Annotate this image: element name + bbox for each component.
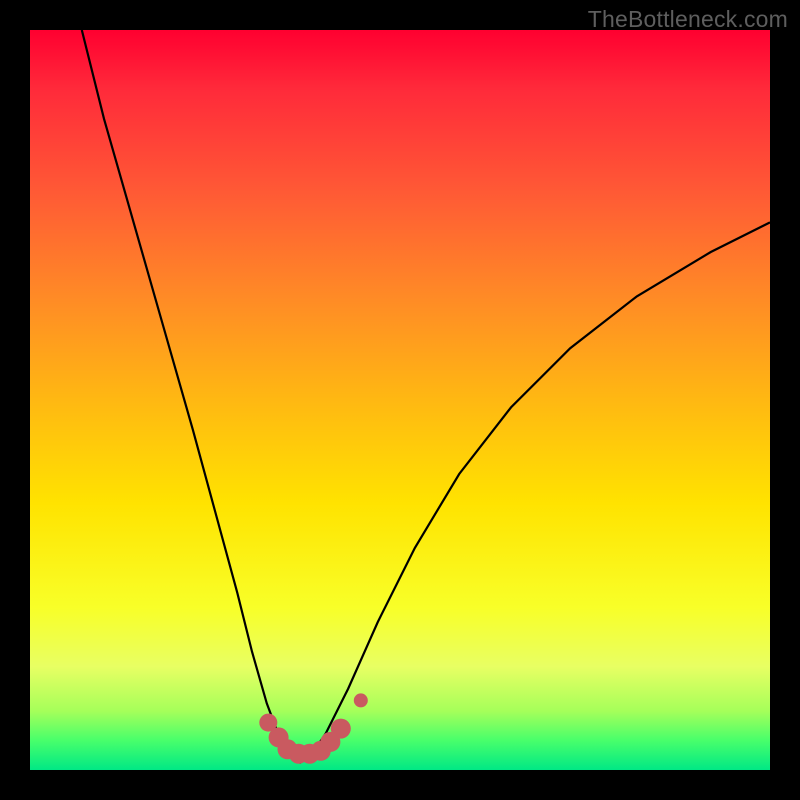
trough-marker [311,741,331,761]
trough-marker [300,744,320,764]
plot-area [30,30,770,770]
marker-group [259,693,368,763]
trough-marker [354,693,368,707]
trough-marker [331,719,351,739]
trough-marker [289,744,309,764]
watermark-text: TheBottleneck.com [588,6,788,33]
bottleneck-curve [82,30,770,763]
chart-frame: TheBottleneck.com [0,0,800,800]
trough-marker [320,732,340,752]
trough-marker [278,739,298,759]
trough-marker [259,714,277,732]
chart-svg [30,30,770,770]
trough-marker [269,727,289,747]
